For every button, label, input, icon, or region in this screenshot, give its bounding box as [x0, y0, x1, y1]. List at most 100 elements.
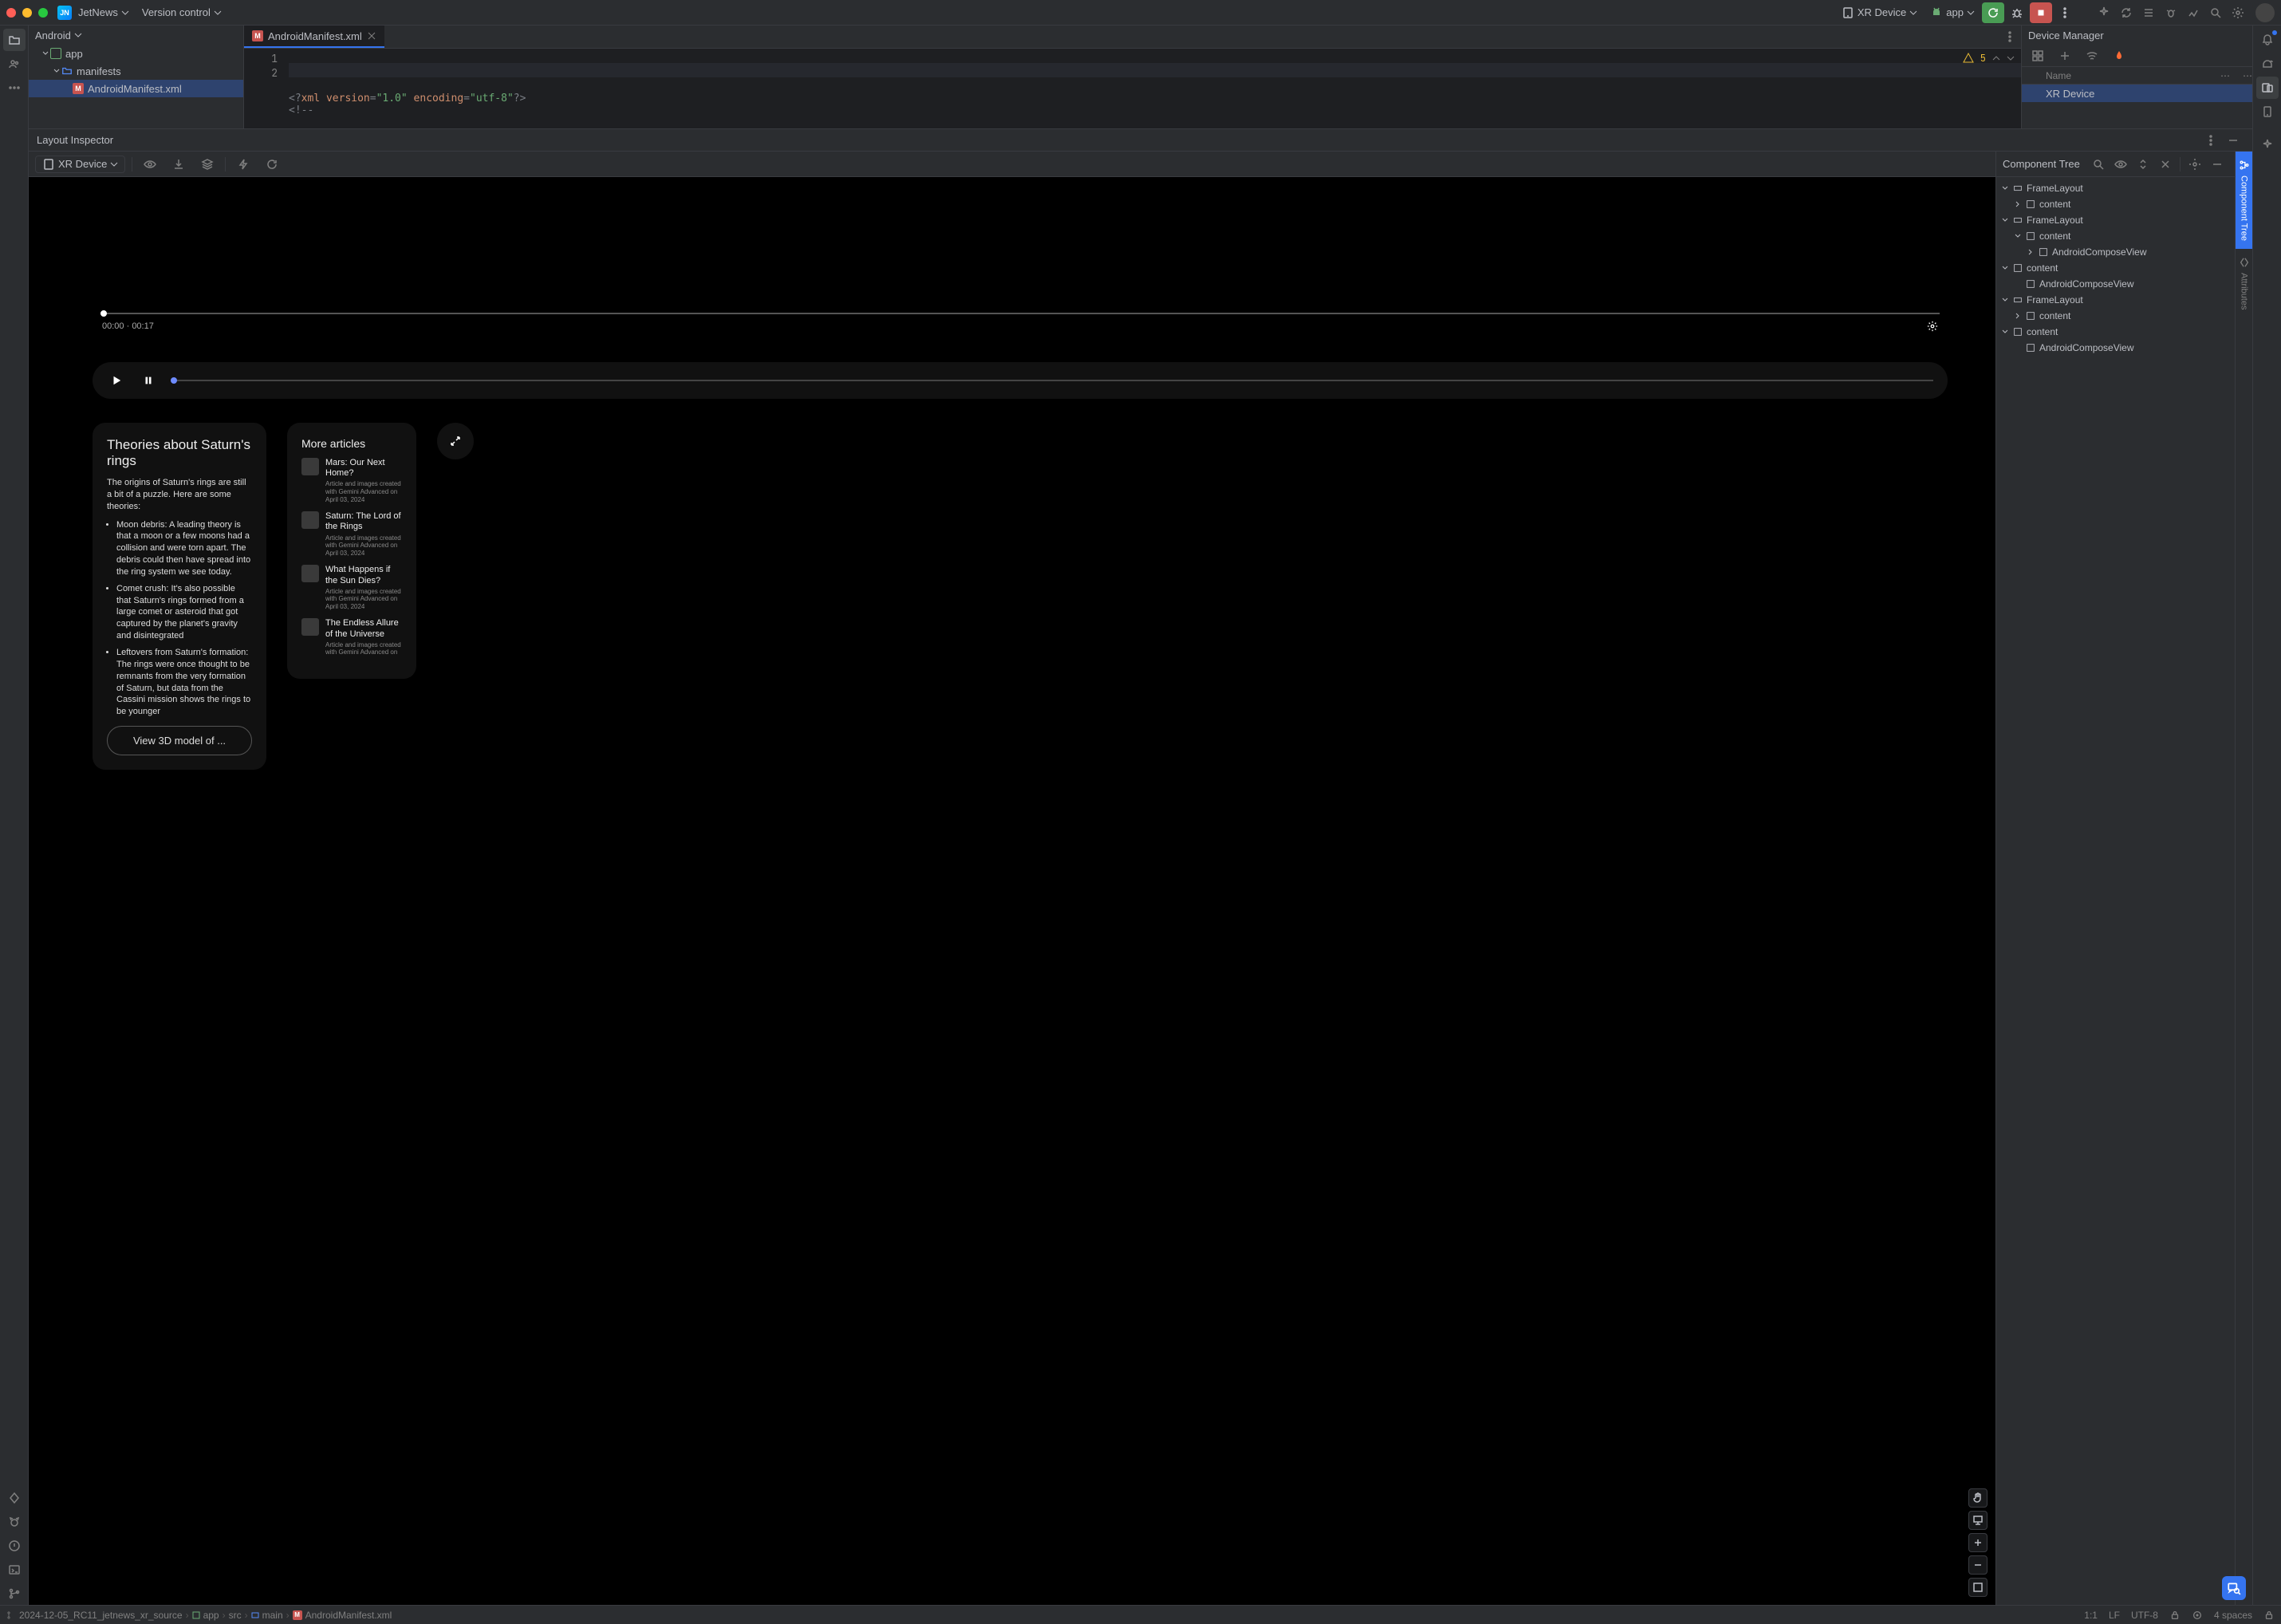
ai-assistant-fab[interactable] [2222, 1576, 2246, 1600]
run-config-dropdown[interactable]: app [1924, 3, 1981, 22]
side-tab-attributes[interactable]: Attributes [2236, 249, 2252, 317]
recompose-button[interactable] [232, 153, 254, 175]
project-tree-row[interactable]: app [29, 45, 243, 62]
settings-button[interactable] [2227, 2, 2249, 24]
component-tree-row[interactable]: FrameLayout [1996, 292, 2235, 308]
component-tree-row[interactable]: FrameLayout [1996, 212, 2235, 228]
chevron-down-icon[interactable] [2007, 54, 2015, 62]
restart-button[interactable] [1982, 2, 2004, 23]
project-tree-row[interactable]: manifests [29, 62, 243, 80]
device-row-xr[interactable]: XR Device [2022, 85, 2252, 102]
close-icon[interactable] [367, 31, 376, 41]
file-encoding[interactable]: UTF-8 [2131, 1610, 2158, 1621]
problems-tool-button[interactable] [3, 1535, 26, 1557]
wifi-pair-button[interactable] [2081, 45, 2103, 67]
inspector-target-dropdown[interactable]: XR Device [35, 156, 125, 173]
app-quality-button[interactable] [2182, 2, 2204, 24]
breadcrumb-src[interactable]: src [229, 1610, 242, 1621]
play-button[interactable] [107, 371, 126, 390]
gemini-button[interactable] [2256, 134, 2279, 156]
component-tree-row[interactable]: AndroidComposeView [1996, 340, 2235, 356]
running-devices-button[interactable] [2256, 101, 2279, 123]
component-tree-row[interactable]: AndroidComposeView [1996, 244, 2235, 260]
search-button[interactable] [2204, 2, 2227, 24]
component-tree-row[interactable]: content [1996, 260, 2235, 276]
editor-inspections[interactable]: 5 [1963, 52, 2015, 65]
create-device-button[interactable] [2054, 45, 2076, 67]
hide-panel-button[interactable] [2222, 129, 2244, 152]
device-preview[interactable]: 00:00 · 00:17 Theories about Saturn's ri [29, 177, 1995, 1605]
ct-filter-button[interactable] [2110, 153, 2132, 175]
editor-tab-options[interactable] [1999, 26, 2021, 48]
expand-fab[interactable] [437, 423, 474, 459]
breadcrumb-app[interactable]: app [192, 1610, 219, 1621]
more-actions-button[interactable] [2054, 2, 2076, 23]
firebase-button[interactable] [2108, 45, 2130, 67]
editor-code[interactable]: <?xml version="1.0" encoding="utf-8"?> <… [289, 49, 2021, 144]
article-item[interactable]: What Happens if the Sun Dies?Article and… [301, 565, 402, 610]
resource-manager-button[interactable] [3, 53, 26, 75]
breadcrumb-main[interactable]: main [251, 1610, 283, 1621]
branch-crumb[interactable]: 2024-12-05_RC11_jetnews_xr_source [6, 1610, 183, 1621]
component-tree-row[interactable]: AndroidComposeView [1996, 276, 2235, 292]
stop-button[interactable] [2030, 2, 2052, 23]
gemini-tool-button[interactable] [3, 1487, 26, 1509]
vcs-tool-button[interactable] [3, 1583, 26, 1605]
ct-close-button[interactable] [2154, 153, 2177, 175]
editor-body[interactable]: 12 <?xml version="1.0" encoding="utf-8"?… [244, 49, 2021, 144]
article-item[interactable]: The Endless Allure of the UniverseArticl… [301, 618, 402, 656]
ai-assistant-button[interactable] [2093, 2, 2115, 24]
pan-button[interactable] [1968, 1488, 1988, 1508]
view-3d-model-button[interactable]: View 3D model of ... [107, 726, 252, 755]
ct-search-button[interactable] [2087, 153, 2110, 175]
snapshot-export-button[interactable] [167, 153, 190, 175]
updates-button[interactable] [2137, 2, 2160, 24]
rotation-button[interactable] [1968, 1511, 1988, 1530]
project-panel-header[interactable]: Android [29, 26, 243, 45]
terminal-tool-button[interactable] [3, 1559, 26, 1581]
breadcrumb-file[interactable]: MAndroidManifest.xml [293, 1610, 392, 1621]
debug-button[interactable] [2006, 2, 2028, 23]
code-with-me-button[interactable] [2115, 2, 2137, 24]
live-updates-button[interactable] [196, 153, 219, 175]
toggle-overlay-button[interactable] [139, 153, 161, 175]
editor-tab-manifest[interactable]: M AndroidManifest.xml [244, 26, 384, 48]
pause-button[interactable] [139, 371, 158, 390]
notifications-button[interactable] [2256, 29, 2279, 51]
article-item[interactable]: Mars: Our Next Home?Article and images c… [301, 458, 402, 503]
refresh-button[interactable] [261, 153, 283, 175]
profiler-button[interactable] [2160, 2, 2182, 24]
chevron-up-icon[interactable] [1992, 54, 2000, 62]
panel-options-button[interactable] [2200, 129, 2222, 152]
logcat-tool-button[interactable] [3, 1511, 26, 1533]
fullscreen-window-button[interactable] [38, 8, 48, 18]
gradle-button[interactable] [2256, 53, 2279, 75]
project-tree-row[interactable]: MAndroidManifest.xml [29, 80, 243, 97]
run-target-dropdown[interactable]: XR Device [1835, 3, 1924, 22]
ct-settings-button[interactable] [2184, 153, 2206, 175]
avatar[interactable] [2255, 3, 2275, 22]
component-tree-row[interactable]: FrameLayout [1996, 180, 2235, 196]
ct-expand-button[interactable] [2132, 153, 2154, 175]
component-tree-row[interactable]: content [1996, 196, 2235, 212]
project-dropdown[interactable]: JetNews [72, 3, 136, 22]
component-tree-row[interactable]: content [1996, 228, 2235, 244]
component-tree[interactable]: FrameLayoutcontentFrameLayoutcontentAndr… [1996, 177, 2235, 1605]
more-tools-button[interactable] [3, 77, 26, 99]
readonly-icon[interactable] [2169, 1610, 2181, 1621]
lock-icon[interactable] [2263, 1610, 2275, 1621]
minimize-window-button[interactable] [22, 8, 32, 18]
ct-hide-button[interactable] [2206, 153, 2228, 175]
component-tree-row[interactable]: content [1996, 324, 2235, 340]
line-ending[interactable]: LF [2109, 1610, 2120, 1621]
caret-position[interactable]: 1:1 [2084, 1610, 2098, 1621]
component-tree-row[interactable]: content [1996, 308, 2235, 324]
inspection-indicator-icon[interactable] [2192, 1610, 2203, 1621]
zoom-in-button[interactable] [1968, 1533, 1988, 1552]
zoom-out-button[interactable] [1968, 1555, 1988, 1575]
project-tree[interactable]: appmanifestsMAndroidManifest.xml [29, 45, 243, 128]
close-window-button[interactable] [6, 8, 16, 18]
zoom-fit-button[interactable] [1968, 1578, 1988, 1597]
side-tab-component-tree[interactable]: Component Tree [2236, 152, 2252, 249]
project-tool-button[interactable] [3, 29, 26, 51]
